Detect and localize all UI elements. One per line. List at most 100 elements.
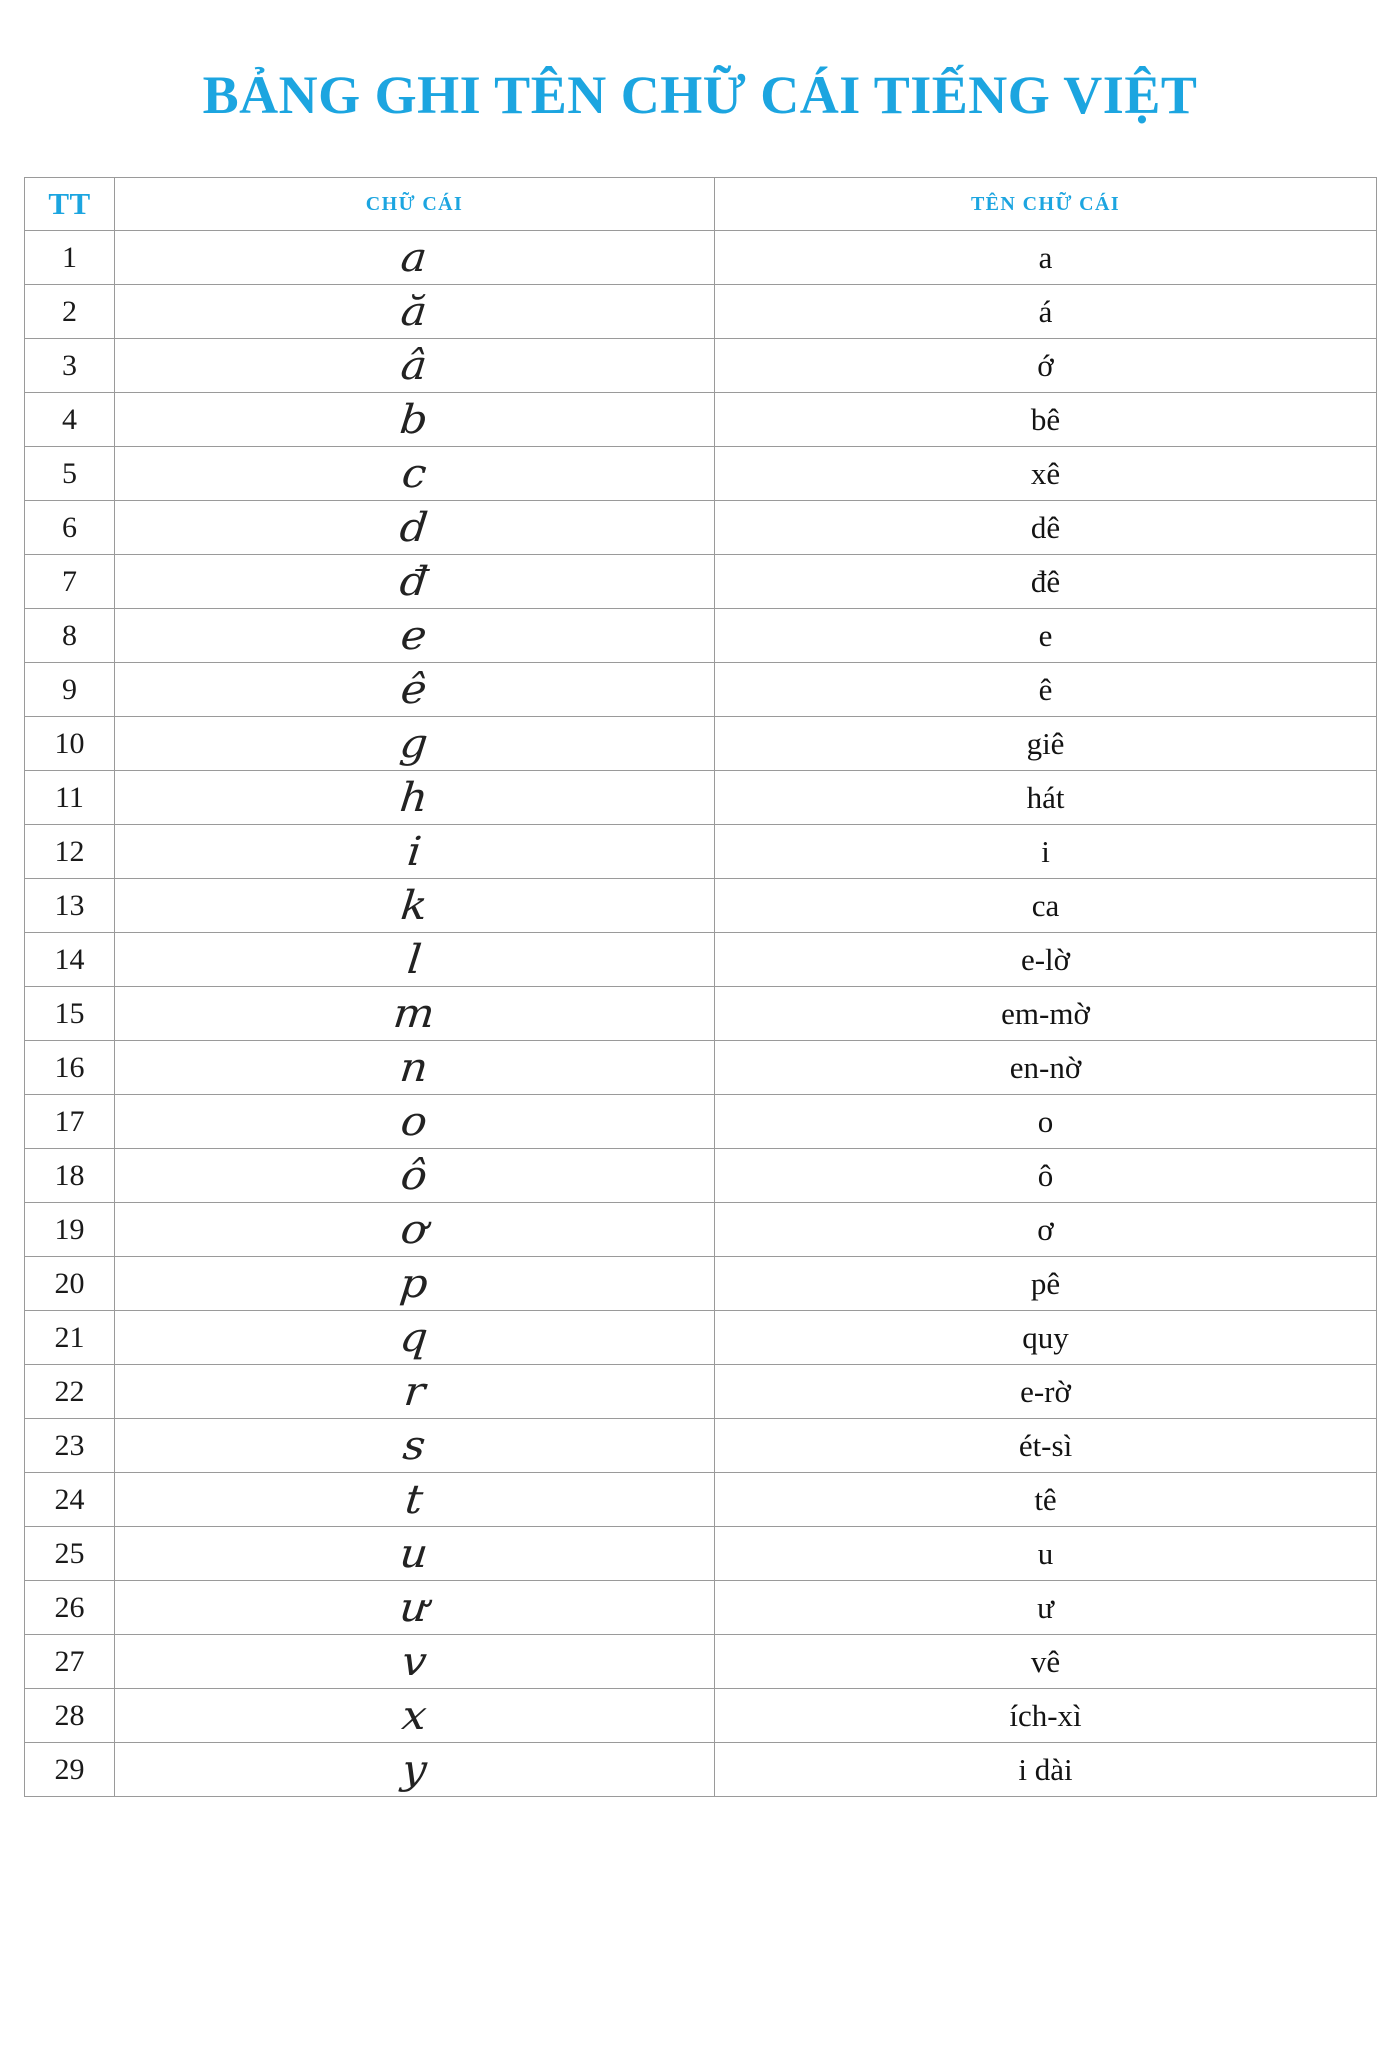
row-index: 29: [24, 1742, 115, 1798]
table-row: 7 đ đê: [24, 554, 1377, 610]
cursive-letter-glyph: ơ: [398, 1206, 431, 1253]
letter-name: đê: [714, 554, 1377, 610]
letter-name: u: [714, 1526, 1377, 1582]
vietnamese-alphabet-table: TT CHỮ CÁI TÊN CHỮ CÁI 1 a a 2 ă á 3 â ớ 4 b bê 5 c xê…: [24, 177, 1377, 1798]
cursive-letter-glyph: ô: [398, 1152, 431, 1199]
row-index: 14: [24, 932, 115, 988]
cursive-letter-glyph: n: [397, 1044, 432, 1091]
table-row: 24 t tê: [24, 1472, 1377, 1528]
letter-name: ca: [714, 878, 1377, 934]
cursive-letter-glyph: y: [399, 1746, 430, 1793]
table-row: 2 ă á: [24, 284, 1377, 340]
row-index: 27: [24, 1634, 115, 1690]
letter-name: o: [714, 1094, 1377, 1150]
cursive-letter-glyph: e: [399, 612, 430, 659]
table-row: 29 y i dài: [24, 1742, 1377, 1798]
letter-name: ư: [714, 1580, 1377, 1636]
table-header: TT CHỮ CÁI TÊN CHỮ CÁI: [24, 177, 1377, 232]
cursive-letter-glyph: o: [398, 1098, 431, 1145]
cursive-letter: ô: [114, 1148, 715, 1204]
row-index: 12: [24, 824, 115, 880]
cursive-letter: m: [114, 986, 715, 1042]
cursive-letter: t: [114, 1472, 715, 1528]
letter-name: bê: [714, 392, 1377, 448]
letter-name: á: [714, 284, 1377, 340]
table-row: 5 c xê: [24, 446, 1377, 502]
cursive-letter: r: [114, 1364, 715, 1420]
cursive-letter: d: [114, 500, 715, 556]
letter-name: ét-sì: [714, 1418, 1377, 1474]
letter-name: em-mờ: [714, 986, 1377, 1042]
row-index: 23: [24, 1418, 115, 1474]
row-index: 19: [24, 1202, 115, 1258]
letter-name: e: [714, 608, 1377, 664]
cursive-letter-glyph: h: [397, 774, 432, 821]
cursive-letter: k: [114, 878, 715, 934]
page-title: BẢNG GHI TÊN CHỮ CÁI TIẾNG VIỆT: [202, 65, 1198, 125]
cursive-letter-glyph: x: [399, 1692, 430, 1739]
cursive-letter-glyph: â: [398, 342, 431, 389]
table-row: 1 a a: [24, 230, 1377, 286]
column-header-name: TÊN CHỮ CÁI: [714, 177, 1377, 232]
row-index: 4: [24, 392, 115, 448]
cursive-letter-glyph: ă: [398, 288, 431, 335]
row-index: 9: [24, 662, 115, 718]
cursive-letter: b: [114, 392, 715, 448]
row-index: 8: [24, 608, 115, 664]
row-index: 5: [24, 446, 115, 502]
cursive-letter-glyph: d: [397, 504, 432, 551]
cursive-letter-glyph: a: [398, 234, 431, 281]
cursive-letter-glyph: q: [397, 1314, 432, 1361]
row-index: 18: [24, 1148, 115, 1204]
letter-name: ô: [714, 1148, 1377, 1204]
row-index: 11: [24, 770, 115, 826]
table-row: 6 d dê: [24, 500, 1377, 556]
row-index: 10: [24, 716, 115, 772]
cursive-letter: a: [114, 230, 715, 286]
table-row: 20 p pê: [24, 1256, 1377, 1312]
table-row: 16 n en-nờ: [24, 1040, 1377, 1096]
cursive-letter-glyph: l: [404, 936, 425, 983]
row-index: 3: [24, 338, 115, 394]
row-index: 25: [24, 1526, 115, 1582]
cursive-letter: đ: [114, 554, 715, 610]
cursive-letter: y: [114, 1742, 715, 1798]
column-header-index: TT: [24, 177, 115, 232]
letter-name: i: [714, 824, 1377, 880]
table-row: 13 k ca: [24, 878, 1377, 934]
table-row: 19 ơ ơ: [24, 1202, 1377, 1258]
row-index: 26: [24, 1580, 115, 1636]
letter-name: i dài: [714, 1742, 1377, 1798]
cursive-letter-glyph: m: [391, 990, 438, 1037]
letter-name: ích-xì: [714, 1688, 1377, 1744]
table-row: 25 u u: [24, 1526, 1377, 1582]
row-index: 16: [24, 1040, 115, 1096]
row-index: 28: [24, 1688, 115, 1744]
table-row: 28 x ích-xì: [24, 1688, 1377, 1744]
cursive-letter: x: [114, 1688, 715, 1744]
table-body: 1 a a 2 ă á 3 â ớ 4 b bê 5 c xê 6 d dê 7 đ đê 8 e e 9 ê ê 10 g giê 11 h…: [24, 230, 1377, 1798]
row-index: 21: [24, 1310, 115, 1366]
cursive-letter: h: [114, 770, 715, 826]
table-row: 12 i i: [24, 824, 1377, 880]
letter-name: vê: [714, 1634, 1377, 1690]
cursive-letter: c: [114, 446, 715, 502]
cursive-letter: â: [114, 338, 715, 394]
cursive-letter: ư: [114, 1580, 715, 1636]
cursive-letter: p: [114, 1256, 715, 1312]
row-index: 7: [24, 554, 115, 610]
cursive-letter-glyph: k: [398, 882, 431, 929]
table-row: 21 q quy: [24, 1310, 1377, 1366]
column-header-letter: CHỮ CÁI: [114, 177, 715, 232]
cursive-letter-glyph: ư: [397, 1584, 432, 1631]
row-index: 13: [24, 878, 115, 934]
table-header-row: TT CHỮ CÁI TÊN CHỮ CÁI: [24, 177, 1377, 232]
row-index: 6: [24, 500, 115, 556]
row-index: 24: [24, 1472, 115, 1528]
cursive-letter: q: [114, 1310, 715, 1366]
table-row: 10 g giê: [24, 716, 1377, 772]
table-row: 4 b bê: [24, 392, 1377, 448]
cursive-letter: l: [114, 932, 715, 988]
letter-name: ê: [714, 662, 1377, 718]
letter-name: e-rờ: [714, 1364, 1377, 1420]
